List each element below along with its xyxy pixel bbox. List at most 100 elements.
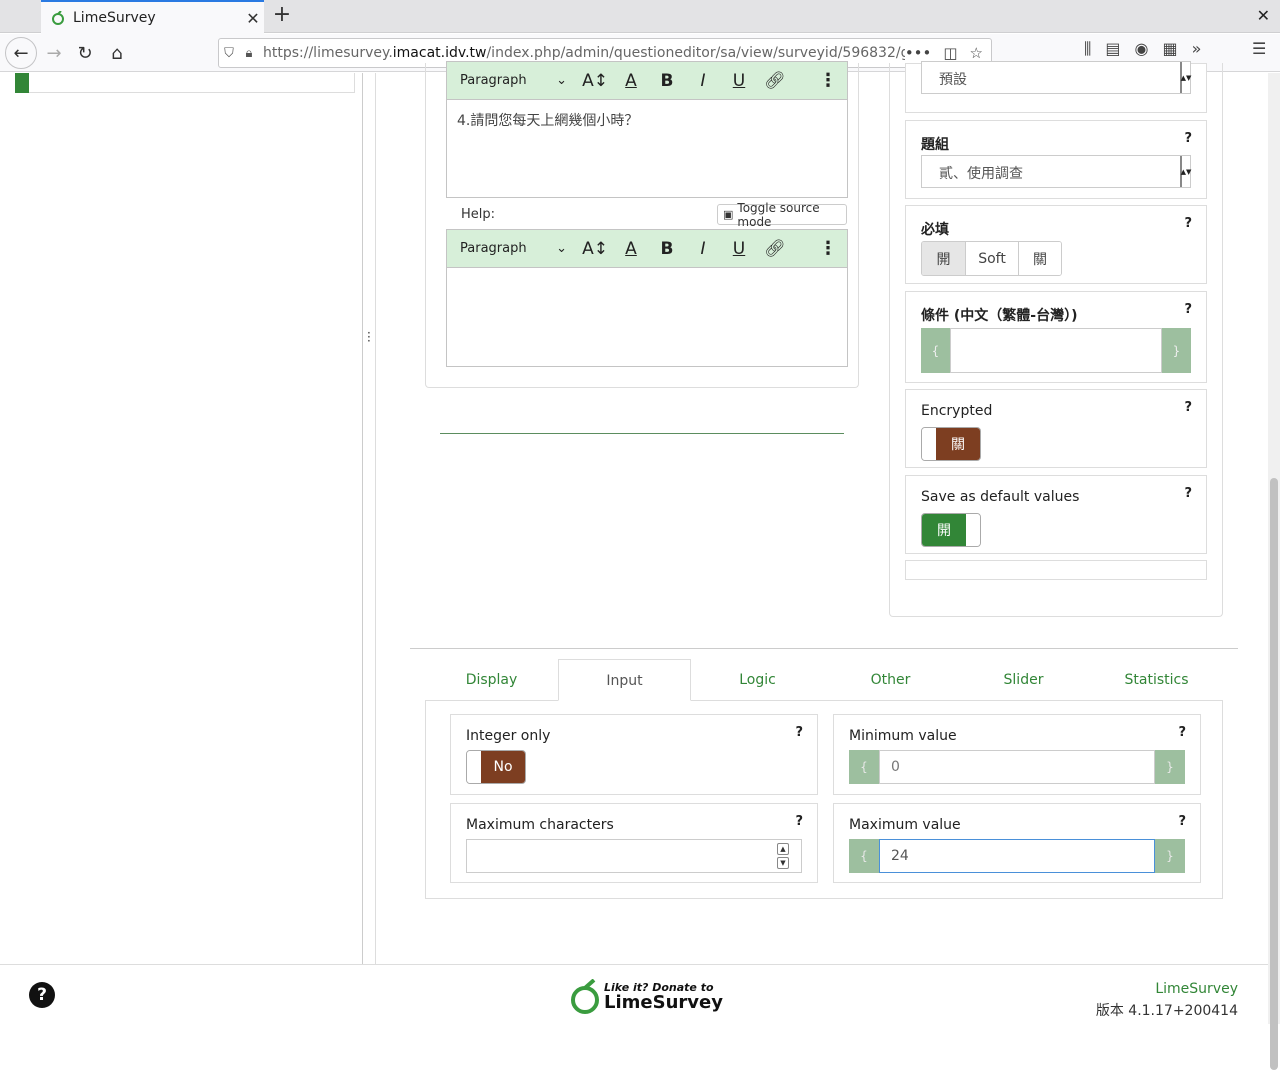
help-question-icon[interactable]: ?	[795, 725, 803, 740]
help-text-content[interactable]	[447, 268, 847, 366]
chevron-down-icon: ⌄	[556, 241, 567, 256]
font-color-icon[interactable]: A	[613, 239, 649, 259]
integer-only-toggle[interactable]: No	[466, 750, 526, 784]
mandatory-soft-button[interactable]: Soft	[966, 242, 1019, 275]
footer: ? Like it? Donate to LimeSurvey LimeSurv…	[0, 964, 1268, 1024]
minimum-value-input[interactable]: 0	[879, 750, 1155, 784]
limesurvey-logo-icon	[571, 979, 599, 1014]
sidebar-accent	[15, 73, 29, 93]
more-options-icon[interactable]: ⋮	[809, 70, 847, 91]
pocket-icon[interactable]: ◫	[943, 44, 957, 62]
tab-title: LimeSurvey	[73, 10, 156, 26]
help-icon[interactable]: ?	[29, 982, 55, 1008]
tab-display[interactable]: Display	[425, 659, 558, 700]
open-brace: {	[849, 750, 879, 784]
tab-close-icon[interactable]: ✕	[242, 9, 264, 28]
home-icon[interactable]: ⌂	[103, 39, 131, 67]
menu-icon[interactable]: ☰	[1252, 39, 1266, 58]
tab-logic[interactable]: Logic	[691, 659, 824, 700]
font-size-icon[interactable]: A↕	[577, 71, 613, 91]
tab-other[interactable]: Other	[824, 659, 957, 700]
help-question-icon[interactable]: ?	[1178, 725, 1186, 740]
save-default-toggle[interactable]: 開	[921, 513, 981, 547]
scrollbar-thumb[interactable]	[1270, 478, 1278, 1070]
back-icon[interactable]: ←	[5, 37, 37, 69]
encrypted-label: Encrypted	[921, 403, 993, 419]
shield-icon[interactable]: ⛉	[219, 46, 239, 61]
lock-icon[interactable]: 🔒︎	[239, 46, 259, 61]
tab-input[interactable]: Input	[558, 659, 691, 701]
question-text-editor[interactable]: Paragraph ⌄ A↕ A B I U 🔗︎ ⋮ 4.請問您每天上網幾個小時…	[446, 61, 848, 198]
reload-icon[interactable]: ↻	[71, 39, 99, 67]
sidebar-resize-handle[interactable]: · · ·	[362, 73, 376, 964]
limesurvey-favicon-icon	[52, 11, 64, 25]
maximum-characters-label: Maximum characters	[466, 817, 614, 833]
number-spinner[interactable]: ▲ ▼	[777, 843, 789, 869]
tab-statistics[interactable]: Statistics	[1090, 659, 1223, 700]
new-tab-icon[interactable]: +	[270, 4, 294, 28]
spin-down-icon[interactable]: ▼	[777, 857, 789, 869]
italic-icon[interactable]: I	[685, 71, 721, 91]
help-question-icon[interactable]: ?	[1184, 400, 1192, 415]
url-text[interactable]: https://limesurvey.imacat.idv.tw/index.p…	[263, 45, 905, 61]
library-icon[interactable]: ⫼	[1084, 39, 1091, 59]
help-question-icon[interactable]: ?	[1184, 486, 1192, 501]
mandatory-on-button[interactable]: 開	[922, 242, 966, 275]
drag-handle-icon[interactable]: · · ·	[367, 327, 371, 347]
help-text-editor[interactable]: Paragraph ⌄ A↕ A B I U 🔗︎ ⋮	[446, 229, 848, 367]
tab-slider[interactable]: Slider	[957, 659, 1090, 700]
help-question-icon[interactable]: ?	[1184, 216, 1192, 231]
browser-tab-bar: LimeSurvey ✕ + ✕	[0, 0, 1280, 34]
toggle-source-button[interactable]: ▣ Toggle source mode	[717, 201, 847, 229]
forward-icon[interactable]: →	[40, 39, 68, 67]
help-question-icon[interactable]: ?	[1184, 302, 1192, 317]
italic-icon[interactable]: I	[685, 239, 721, 259]
help-question-icon[interactable]: ?	[795, 814, 803, 829]
bold-icon[interactable]: B	[649, 239, 685, 259]
page-actions-icon[interactable]: •••	[905, 44, 932, 62]
overflow-icon[interactable]: »	[1192, 39, 1202, 59]
question-group-select[interactable]: 貳、使用調查 ▲▼	[921, 155, 1191, 188]
section-divider	[410, 648, 1238, 649]
maximum-value-input[interactable]: 24	[879, 839, 1155, 873]
mandatory-label: 必填	[921, 222, 949, 238]
extensions-icon[interactable]: ▦	[1162, 39, 1177, 59]
font-color-icon[interactable]: A	[613, 71, 649, 91]
link-icon[interactable]: 🔗︎	[757, 239, 793, 259]
close-brace: }	[1155, 750, 1185, 784]
window-close-icon[interactable]: ✕	[1257, 6, 1270, 25]
help-label: Help:	[461, 207, 496, 222]
link-icon[interactable]: 🔗︎	[757, 71, 793, 91]
spin-up-icon[interactable]: ▲	[777, 843, 789, 855]
encrypted-box: Encrypted ? 關	[905, 389, 1207, 468]
donate-link[interactable]: Like it? Donate to LimeSurvey	[570, 979, 723, 1015]
bookmark-star-icon[interactable]: ☆	[970, 44, 983, 62]
format-select[interactable]: Paragraph ⌄	[447, 241, 577, 256]
question-theme-select[interactable]: 預設 ▲▼	[921, 61, 1191, 94]
font-size-icon[interactable]: A↕	[577, 239, 613, 259]
underline-icon[interactable]: U	[721, 239, 757, 259]
minimum-value-field: { 0 }	[849, 750, 1185, 784]
question-group-label: 題組	[921, 137, 949, 153]
sidebar-icon[interactable]: ▤	[1105, 39, 1120, 59]
limesurvey-link[interactable]: LimeSurvey	[1096, 981, 1238, 997]
mandatory-off-button[interactable]: 關	[1019, 242, 1061, 275]
mandatory-box: 必填 ? 開 Soft 關	[905, 205, 1207, 284]
condition-textarea[interactable]	[950, 328, 1162, 373]
browser-tab[interactable]: LimeSurvey ✕	[41, 0, 264, 34]
underline-icon[interactable]: U	[721, 71, 757, 91]
condition-label: 條件 (中文（繁體-台灣）)	[921, 308, 1078, 324]
more-options-icon[interactable]: ⋮	[809, 238, 847, 259]
maximum-characters-input[interactable]: ▲ ▼	[466, 839, 802, 873]
encrypted-toggle[interactable]: 關	[921, 427, 981, 461]
open-brace: {	[921, 328, 950, 373]
format-select[interactable]: Paragraph ⌄	[447, 73, 577, 88]
bold-icon[interactable]: B	[649, 71, 685, 91]
help-question-icon[interactable]: ?	[1184, 131, 1192, 146]
page-scrollbar[interactable]	[1268, 73, 1280, 1070]
help-question-icon[interactable]: ?	[1178, 814, 1186, 829]
maximum-value-box: Maximum value ? { 24 }	[833, 803, 1201, 883]
question-text-content[interactable]: 4.請問您每天上網幾個小時？	[447, 100, 847, 197]
page-content: · · · Paragraph ⌄ A↕ A B I U 🔗︎ ⋮ 4.請問您每天上網…	[0, 61, 1268, 1024]
account-icon[interactable]: ◉	[1135, 39, 1149, 59]
